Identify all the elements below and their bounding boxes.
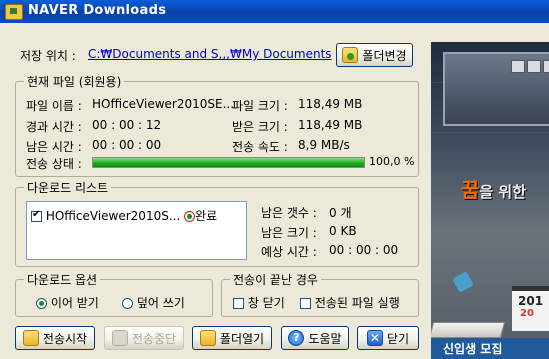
ad-calendar-year: 201 [518, 294, 544, 308]
status-label: 전송 상태 : [26, 157, 82, 171]
overwrite-radio-button[interactable] [122, 298, 133, 309]
file-size-label: 파일 크기 : [232, 99, 288, 113]
run-file-label: 전송된 파일 실행 [314, 296, 400, 310]
file-name-label: 파일 이름 : [26, 99, 82, 113]
speed-label: 전송 속도 : [232, 140, 288, 154]
remaining-count-value: 0 개 [329, 206, 352, 220]
file-name-value: HOfficeViewer2010SE... [92, 97, 235, 111]
stop-transfer-label: 전송중단 [131, 331, 177, 346]
list-item-status: 완료 [195, 209, 218, 223]
remaining-count-label: 남은 갯수 : [261, 206, 317, 220]
transfer-progress-bar [92, 157, 365, 168]
remaining-size-value: 0 KB [329, 224, 357, 238]
ad-lamp-graphic [452, 271, 474, 293]
complete-status-icon [184, 211, 196, 222]
download-options-legend: 다운로드 옵션 [24, 271, 101, 288]
resume-radio[interactable]: 이어 받기 [36, 294, 99, 311]
resume-label: 이어 받기 [50, 296, 99, 310]
progress-fill [93, 158, 364, 167]
start-transfer-button[interactable]: 전송시작 [15, 326, 95, 350]
remaining-time-value: 00 : 00 : 00 [92, 138, 162, 152]
stop-transfer-button[interactable]: 전송중단 [104, 326, 184, 350]
folder-open-icon [199, 330, 216, 346]
overwrite-radio[interactable]: 덮어 쓰기 [122, 294, 185, 311]
ad-headline-char: 꿈 [461, 178, 480, 202]
close-icon: ✕ [366, 330, 383, 346]
open-folder-label: 폴더열기 [219, 331, 265, 346]
start-transfer-icon [22, 330, 39, 346]
run-file-checkbox[interactable] [300, 298, 311, 309]
download-list-legend: 다운로드 리스트 [24, 179, 112, 196]
start-transfer-label: 전송시작 [42, 331, 88, 346]
stop-transfer-icon [111, 330, 128, 346]
save-path-link[interactable]: C:₩Documents and S,,,₩My Documents [88, 47, 332, 61]
elapsed-label: 경과 시간 : [26, 120, 82, 134]
window-title: NAVER Downloads [28, 3, 167, 18]
list-item[interactable]: HOfficeViewer2010S... 완료 [31, 207, 217, 224]
close-window-option[interactable]: 창 닫기 [233, 294, 285, 311]
close-window-label: 창 닫기 [247, 296, 285, 310]
speed-value: 8,9 MB/s [298, 138, 350, 152]
elapsed-value: 00 : 00 : 12 [92, 118, 162, 132]
list-item-checkbox[interactable] [31, 209, 42, 222]
close-window-checkbox[interactable] [233, 298, 244, 309]
ad-calendar-graphic: 201 20 [512, 286, 549, 331]
resume-radio-button[interactable] [36, 298, 47, 309]
remaining-size-label: 남은 크기 : [261, 226, 317, 240]
advertisement-banner[interactable]: 꿈을 위한 201 20 신입생 모집 [431, 42, 549, 359]
title-bar[interactable]: NAVER Downloads [0, 0, 549, 23]
ad-calendar-sub: 20 [520, 308, 534, 319]
ad-headline: 꿈을 위한 [461, 174, 526, 203]
ad-banner-text: 신입생 모집 [431, 338, 549, 359]
download-listbox[interactable]: HOfficeViewer2010S... 완료 [26, 201, 247, 260]
remaining-time-label: 남은 시간 : [26, 140, 82, 154]
run-file-option[interactable]: 전송된 파일 실행 [300, 294, 400, 311]
list-item-name: HOfficeViewer2010S... [45, 209, 181, 223]
change-folder-button[interactable]: 폴더변경 [336, 43, 413, 67]
received-label: 받은 크기 : [232, 120, 288, 134]
folder-change-icon [342, 47, 359, 63]
on-complete-legend: 전송이 끝난 경우 [230, 271, 321, 288]
overwrite-label: 덮어 쓰기 [136, 296, 185, 310]
open-folder-button[interactable]: 폴더열기 [192, 326, 272, 350]
save-location-label: 저장 위치 : [20, 49, 76, 63]
app-icon [5, 4, 23, 20]
help-icon: ? [288, 330, 305, 346]
close-button[interactable]: ✕ 닫기 [357, 326, 419, 350]
expected-time-label: 예상 시간 : [261, 245, 317, 259]
help-label: 도움말 [308, 331, 342, 346]
ad-book-graphic [431, 322, 506, 338]
received-value: 118,49 MB [298, 118, 363, 132]
ad-headline-rest: 을 위한 [479, 183, 527, 201]
help-button[interactable]: ? 도움말 [281, 326, 349, 350]
file-size-value: 118,49 MB [298, 97, 363, 111]
expected-time-value: 00 : 00 : 00 [329, 243, 399, 257]
ad-monitor-graphic [443, 52, 549, 126]
close-label: 닫기 [386, 331, 410, 346]
change-folder-label: 폴더변경 [362, 48, 407, 63]
progress-percent-text: 100,0 % [369, 155, 415, 168]
current-file-legend: 현재 파일 (회원용) [24, 73, 125, 90]
